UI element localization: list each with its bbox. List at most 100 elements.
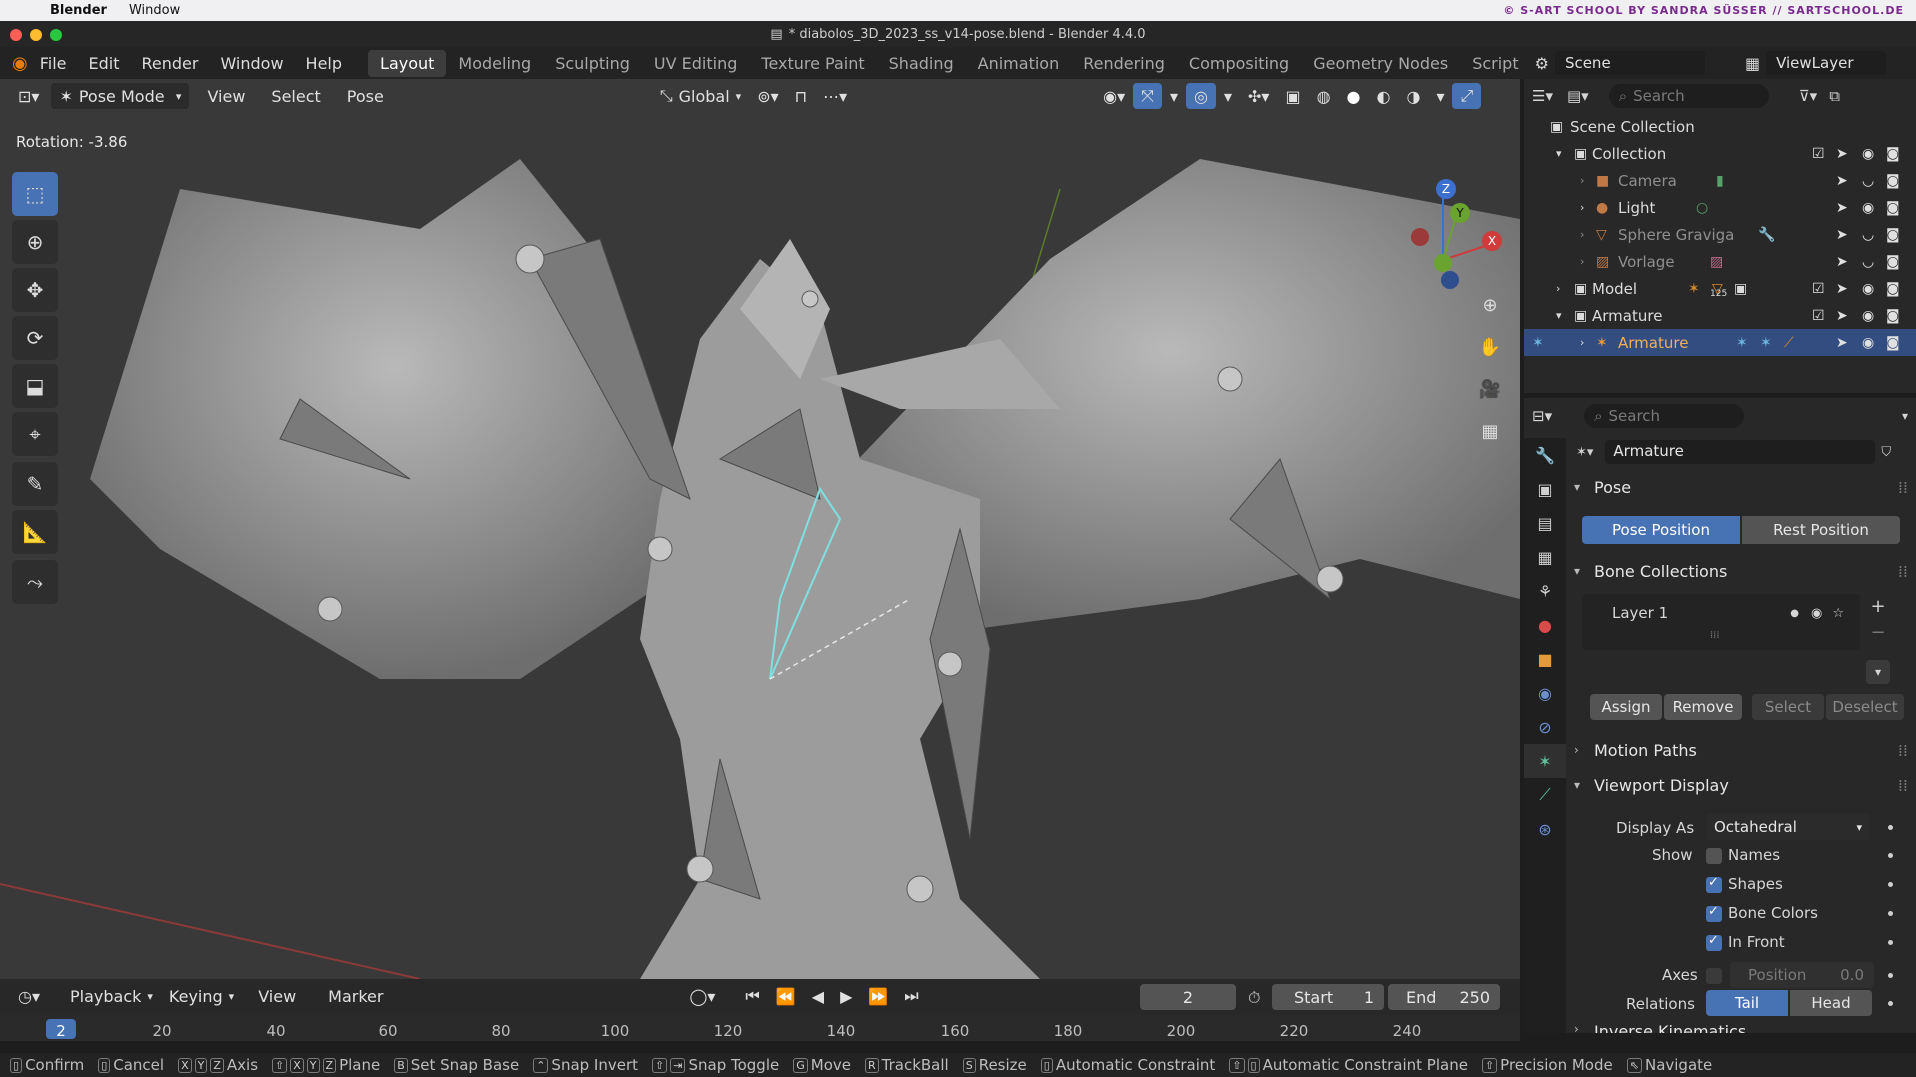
drag-handle-icon[interactable]: ⁞⁞ [1898, 562, 1908, 581]
eye-icon[interactable]: ◉ [1862, 200, 1874, 216]
render-camera-icon[interactable]: ◙ [1886, 254, 1900, 270]
drag-handle-icon[interactable]: ⁞⁞ [1898, 741, 1908, 760]
shading-solid-icon[interactable]: ● [1339, 83, 1369, 109]
tab-animation[interactable]: Animation [966, 50, 1072, 77]
menu-select[interactable]: Select [263, 83, 328, 109]
minimize-window-icon[interactable] [30, 29, 42, 41]
camera-view-icon[interactable]: 🎥 [1474, 373, 1506, 405]
render-camera-icon[interactable]: ◙ [1886, 173, 1900, 189]
outliner-row-collection[interactable]: ▾ ▣ Collection ☑ ➤ ◉ ◙ [1524, 140, 1916, 167]
gizmo-z-label[interactable]: Z [1436, 179, 1456, 199]
remove-button[interactable]: Remove [1664, 694, 1742, 720]
tab-render[interactable]: ▣ [1524, 472, 1566, 506]
tab-armature-data[interactable]: ✶ [1524, 744, 1566, 778]
scene-icon[interactable]: ⚙ [1535, 54, 1549, 73]
stopwatch-icon[interactable]: ⏱ [1248, 988, 1260, 1008]
keyframe-dot-icon[interactable] [1888, 973, 1893, 978]
shading-material-icon[interactable]: ◐ [1369, 83, 1399, 109]
move-tool[interactable]: ✥ [12, 268, 58, 312]
tab-output[interactable]: ▤ [1524, 506, 1566, 540]
bone-colors-checkbox[interactable] [1706, 904, 1722, 922]
tab-geometry-nodes[interactable]: Geometry Nodes [1301, 50, 1460, 77]
bone-collection-list[interactable]: Layer 1 ● ◉ ☆ ⁞⁞⁞ [1582, 594, 1860, 650]
render-camera-icon[interactable]: ◙ [1886, 308, 1900, 324]
eye-icon[interactable]: ◉ [1862, 335, 1874, 351]
eye-icon[interactable]: ◉ [1862, 146, 1874, 162]
cursor-tool[interactable]: ⊕ [12, 220, 58, 264]
tab-bone[interactable]: ⟋ [1524, 778, 1566, 812]
end-frame-field[interactable]: End 250 [1388, 984, 1500, 1010]
zoom-icon[interactable]: ⊕ [1474, 289, 1506, 321]
selectable-icon[interactable]: ➤ [1836, 227, 1848, 243]
tab-modeling[interactable]: Modeling [446, 50, 543, 77]
start-frame-field[interactable]: Start 1 [1272, 984, 1384, 1010]
outliner-row-light[interactable]: › ● Light ○ ➤ ◉ ◙ [1524, 194, 1916, 221]
jump-prev-keyframe-icon[interactable]: ⏪ [768, 983, 804, 1009]
tab-texture-paint[interactable]: Texture Paint [749, 50, 876, 77]
viewlayer-selector[interactable]: ViewLayer [1766, 51, 1887, 75]
scale-tool[interactable]: ⬓ [12, 364, 58, 408]
measure-tool[interactable]: 📐 [12, 510, 58, 554]
assign-button[interactable]: Assign [1590, 694, 1662, 720]
xray-icon[interactable]: ▣ [1277, 83, 1308, 109]
viewport-display-panel-header[interactable]: ▾ Viewport Display ⁞⁞ [1574, 770, 1908, 800]
scene-render[interactable] [0, 79, 1520, 979]
menu-file[interactable]: File [40, 54, 67, 73]
chevron-right-icon[interactable]: › [1580, 255, 1584, 268]
axes-position-field[interactable]: Position 0.0 [1730, 962, 1874, 988]
relations-tail-button[interactable]: Tail [1706, 990, 1788, 1016]
names-checkbox[interactable] [1706, 848, 1722, 864]
render-camera-icon[interactable]: ◙ [1886, 146, 1900, 162]
outliner-row-vorlage[interactable]: › ▨ Vorlage ▨ ➤ ◡ ◙ [1524, 248, 1916, 275]
chevron-right-icon[interactable]: › [1580, 201, 1584, 214]
render-camera-icon[interactable]: ◙ [1886, 200, 1900, 216]
tab-object[interactable]: ■ [1524, 642, 1566, 676]
jump-end-icon[interactable]: ⏭ [896, 983, 926, 1009]
overlay-options-icon[interactable]: ▾ [1216, 83, 1240, 109]
close-window-icon[interactable] [10, 29, 22, 41]
mac-menu-blender[interactable]: Blender [50, 3, 107, 18]
chevron-right-icon[interactable]: › [1580, 174, 1584, 187]
selectable-icon[interactable]: ➤ [1836, 200, 1848, 216]
display-as-dropdown[interactable]: Octahedral ▾ [1706, 814, 1870, 840]
tab-compositing[interactable]: Compositing [1177, 50, 1301, 77]
auto-keying-icon[interactable]: ◯▾ [681, 983, 723, 1009]
pose-mode-icon[interactable]: ✶ [1532, 335, 1544, 351]
motion-paths-panel-header[interactable]: › Motion Paths ⁞⁞ [1574, 735, 1908, 765]
tab-constraints[interactable]: ⊘ [1524, 710, 1566, 744]
selectable-icon[interactable]: ➤ [1836, 146, 1848, 162]
tab-sculpting[interactable]: Sculpting [543, 50, 642, 77]
selectable-icon[interactable]: ➤ [1836, 281, 1848, 297]
eye-icon[interactable]: ◉ [1862, 281, 1874, 297]
menu-keying[interactable]: Keying ▾ [161, 983, 242, 1009]
tab-rendering[interactable]: Rendering [1071, 50, 1177, 77]
3d-viewport[interactable]: ⊡▾ ✶ Pose Mode ▾ View Select Pose ⤡ Glob… [0, 79, 1520, 979]
outliner-row-armature-object[interactable]: ✶ › ✶ Armature ✶ ✶ ⟋ ➤ ◉ ◙ [1524, 329, 1916, 356]
star-icon[interactable]: ☆ [1832, 606, 1844, 621]
visibility-icon[interactable]: ◉▾ [1095, 83, 1133, 109]
checkbox-icon[interactable]: ☑ [1812, 146, 1825, 162]
render-camera-icon[interactable]: ◙ [1886, 227, 1900, 243]
pivot-icon[interactable]: ⊚▾ [749, 83, 786, 109]
selectable-icon[interactable]: ➤ [1836, 173, 1848, 189]
menu-playback[interactable]: Playback ▾ [62, 983, 161, 1009]
timeline-editor[interactable]: ◷▾ Playback ▾ Keying ▾ View Marker ◯▾ ⏮ … [0, 979, 1520, 1041]
gizmo-toggle-icon[interactable]: ⤧ [1133, 83, 1162, 109]
add-bone-collection-button[interactable]: + [1866, 594, 1890, 618]
snap-icon[interactable]: ⊓ [787, 83, 815, 109]
tab-script[interactable]: Script [1460, 50, 1530, 77]
chevron-down-icon[interactable]: ▾ [1556, 147, 1562, 160]
tab-tool[interactable]: 🔧 [1524, 438, 1566, 472]
selectable-icon[interactable]: ➤ [1836, 308, 1848, 324]
in-front-checkbox[interactable] [1706, 933, 1722, 951]
overlay-toggle-icon[interactable]: ◎ [1186, 83, 1216, 109]
orientation-selector[interactable]: ⤡ Global ▾ [652, 83, 749, 109]
menu-window[interactable]: Window [220, 54, 283, 73]
pose-panel-header[interactable]: ▾ Pose ⁞⁞ [1574, 472, 1908, 502]
transform-tool[interactable]: ⌖ [12, 412, 58, 456]
tab-layout[interactable]: Layout [368, 49, 447, 77]
outliner-row-camera[interactable]: › ■ Camera ▮ ➤ ◡ ◙ [1524, 167, 1916, 194]
axes-checkbox[interactable] [1706, 968, 1722, 984]
menu-marker[interactable]: Marker [320, 983, 391, 1009]
sidebar-toggle-icon[interactable]: ⤢ [1452, 83, 1482, 109]
